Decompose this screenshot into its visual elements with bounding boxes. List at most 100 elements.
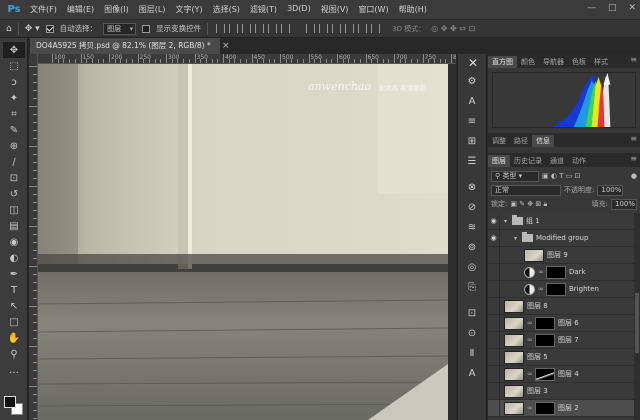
layer-mask-thumbnail[interactable]: [546, 265, 566, 279]
link-icon[interactable]: ∞: [527, 336, 534, 344]
visibility-toggle[interactable]: ◉: [488, 365, 500, 383]
pen-tool-icon[interactable]: ✒: [3, 266, 25, 282]
3d-icon[interactable]: ⊚: [461, 240, 483, 256]
adjust-c-icon[interactable]: ≋: [461, 220, 483, 236]
eye-icon[interactable]: ◉: [488, 217, 499, 225]
move-tool-icon[interactable]: ✥ ▾: [25, 24, 40, 34]
link-icon[interactable]: ∞: [527, 319, 534, 327]
filter-icons[interactable]: ▣ ◐ T ▭ ⊡: [542, 172, 580, 180]
magic-wand-tool-icon[interactable]: ✦: [3, 90, 25, 106]
adjust-b-icon[interactable]: ⊘: [461, 200, 483, 216]
align-bottom-icon[interactable]: [242, 24, 252, 33]
visibility-toggle[interactable]: ◉: [488, 297, 500, 315]
close-dock-icon[interactable]: ✕: [458, 56, 488, 70]
eye-icon[interactable]: ◉: [488, 302, 499, 310]
align-left-icon[interactable]: [255, 24, 265, 33]
paragraph-icon[interactable]: ≡: [461, 114, 483, 130]
visibility-toggle[interactable]: ◉: [488, 382, 500, 400]
distribute-bottom-icon[interactable]: [332, 24, 342, 33]
close-icon[interactable]: ✕: [628, 3, 636, 13]
layer-row[interactable]: ◉ 图层 5: [488, 348, 640, 366]
fill-input[interactable]: 100%: [611, 198, 637, 210]
layer-row[interactable]: ◉ ▾ Modified group: [488, 229, 640, 247]
maximize-icon[interactable]: □: [608, 3, 617, 13]
brush-icon[interactable]: ⊡: [461, 306, 483, 322]
visibility-toggle[interactable]: ◉: [488, 246, 500, 264]
stamp-tool-icon[interactable]: ⊡: [3, 170, 25, 186]
layers-panel-tab[interactable]: 通道: [546, 155, 568, 167]
layer-filter-kind[interactable]: ⚲ 类型 ▾: [491, 170, 539, 182]
panel-menu-icon[interactable]: ≡: [630, 134, 637, 143]
lasso-tool-icon[interactable]: ↄ: [3, 74, 25, 90]
character-icon[interactable]: A: [461, 94, 483, 110]
expand-caret-icon[interactable]: ▾: [514, 235, 522, 242]
shape-tool-icon[interactable]: □: [3, 314, 25, 330]
layer-mask-thumbnail[interactable]: [535, 333, 555, 347]
layer-row[interactable]: ◉ 图层 3: [488, 382, 640, 400]
ruler-vertical[interactable]: [29, 54, 38, 420]
eye-icon[interactable]: ◉: [488, 353, 499, 361]
layers-scrollbar[interactable]: [634, 213, 640, 420]
home-icon[interactable]: ⌂: [6, 24, 12, 34]
type-tool-icon[interactable]: A: [461, 366, 483, 382]
marquee-tool-icon[interactable]: ⬚: [3, 58, 25, 74]
histogram-panel-tab[interactable]: 样式: [590, 56, 612, 68]
menu-item[interactable]: 窗口(W): [353, 4, 393, 15]
adjust-a-icon[interactable]: ⊗: [461, 180, 483, 196]
layers-panel-tab[interactable]: 图层: [488, 155, 510, 167]
blend-mode-select[interactable]: 正常: [491, 184, 561, 196]
layer-thumbnail[interactable]: [504, 316, 524, 330]
link-icon[interactable]: ∞: [527, 404, 534, 412]
menu-item[interactable]: 选择(S): [208, 4, 245, 15]
layers-scroll-thumb[interactable]: [635, 293, 639, 353]
path-select-tool-icon[interactable]: ↖: [3, 298, 25, 314]
more-tool-icon[interactable]: …: [3, 362, 25, 378]
menu-item[interactable]: 帮助(H): [394, 4, 432, 15]
visibility-toggle[interactable]: ◉: [488, 331, 500, 349]
blur-tool-icon[interactable]: ◉: [3, 234, 25, 250]
menu-item[interactable]: 编辑(E): [62, 4, 99, 15]
layer-mask-thumbnail[interactable]: [546, 282, 566, 296]
auto-select-checkbox[interactable]: [45, 24, 54, 33]
eye-icon[interactable]: ◉: [488, 319, 499, 327]
layer-row[interactable]: ◉ 图层 9: [488, 246, 640, 264]
eye-icon[interactable]: ◉: [488, 370, 499, 378]
menu-item[interactable]: 图层(L): [134, 4, 171, 15]
eye-icon[interactable]: ◉: [488, 404, 499, 412]
layer-thumbnail[interactable]: [504, 367, 524, 381]
eye-icon[interactable]: ◉: [488, 234, 499, 242]
eyedropper-tool-icon[interactable]: ✎: [3, 122, 25, 138]
distribute-left-icon[interactable]: [345, 24, 355, 33]
filter-toggle-icon[interactable]: ●: [631, 172, 637, 180]
eye-icon[interactable]: ◉: [488, 251, 499, 259]
image-canvas[interactable]: anwenchao 安文昌 高清摄影: [38, 64, 448, 420]
distribute-right-icon[interactable]: [371, 24, 381, 33]
menu-item[interactable]: 文字(Y): [170, 4, 207, 15]
layer-thumbnail[interactable]: [504, 333, 524, 347]
history-icon[interactable]: Ⅱ: [461, 346, 483, 362]
tool-presets-icon[interactable]: ⚙: [461, 74, 483, 90]
visibility-toggle[interactable]: ◉: [488, 263, 500, 281]
layer-mask-thumbnail[interactable]: [535, 316, 555, 330]
glyphs-icon[interactable]: ⊙: [461, 326, 483, 342]
layer-mask-thumbnail[interactable]: [535, 367, 555, 381]
visibility-toggle[interactable]: ◉: [488, 348, 500, 366]
layer-row[interactable]: ◉ ∞ 图层 6: [488, 314, 640, 332]
visibility-toggle[interactable]: ◉: [488, 213, 500, 230]
layer-row[interactable]: ◉ 图层 8: [488, 297, 640, 315]
link-icon[interactable]: ∞: [527, 370, 534, 378]
type-tool-icon[interactable]: T: [3, 282, 25, 298]
visibility-toggle[interactable]: ◉: [488, 399, 500, 417]
expand-caret-icon[interactable]: ▾: [504, 218, 512, 225]
info-panel-tab[interactable]: 路径: [510, 135, 532, 147]
menu-item[interactable]: 文件(F): [25, 4, 62, 15]
distribute-top-icon[interactable]: [306, 24, 316, 33]
zoom-tool-icon[interactable]: ⚲: [3, 346, 25, 362]
layer-row[interactable]: ◉ ∞ 图层 2: [488, 399, 640, 417]
timeline-icon[interactable]: ◎: [461, 260, 483, 276]
layer-row[interactable]: ◉ ∞ Dark: [488, 263, 640, 281]
opacity-input[interactable]: 100%: [597, 184, 624, 196]
layers-panel-tab[interactable]: 历史记录: [510, 155, 546, 167]
move-tool-icon[interactable]: ✥: [3, 42, 25, 58]
visibility-toggle[interactable]: ◉: [488, 229, 500, 247]
